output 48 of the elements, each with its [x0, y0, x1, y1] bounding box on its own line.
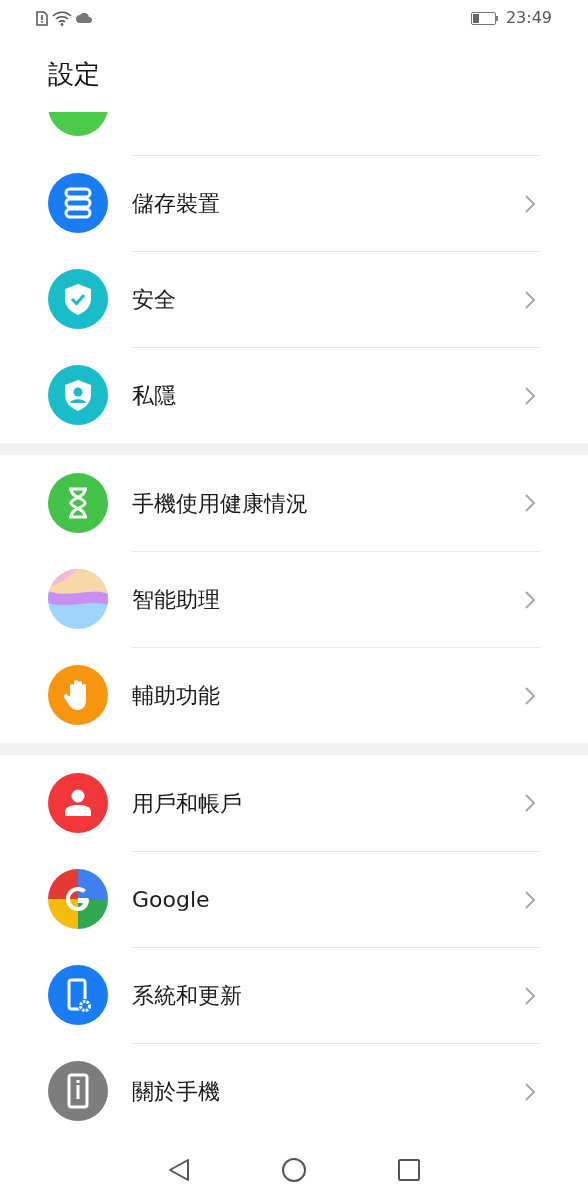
chevron-icon — [524, 985, 536, 1006]
item-label: Google — [132, 886, 211, 914]
sim-alert-icon — [36, 10, 48, 26]
item-label: 關於手機 — [132, 1078, 221, 1106]
item-label: 系統和更新 — [132, 982, 243, 1010]
home-icon[interactable] — [282, 1157, 306, 1182]
item-label: 私隱 — [132, 382, 177, 410]
settings-item[interactable]: 安全 — [0, 251, 588, 347]
item-label: 手機使用健康情況 — [132, 489, 309, 518]
recents-icon[interactable] — [398, 1158, 420, 1181]
storage-icon — [48, 173, 108, 233]
google-icon — [48, 869, 108, 929]
cloud-icon — [76, 13, 92, 23]
settings-item[interactable]: 手機使用健康情況 — [0, 455, 588, 551]
settings-item[interactable]: 輔助功能 — [0, 647, 588, 743]
clock-time: 23:49 — [505, 7, 552, 29]
hourglass-icon — [48, 473, 108, 533]
chevron-icon — [524, 685, 536, 706]
shield-person-icon — [48, 365, 108, 425]
chevron-icon — [524, 493, 536, 513]
person-icon — [48, 773, 108, 833]
assistant-icon — [48, 569, 108, 629]
chevron-icon — [524, 793, 536, 813]
chevron-icon — [524, 1081, 536, 1102]
settings-item[interactable]: Google — [0, 851, 588, 947]
item-label: 儲存裝置 — [132, 190, 221, 218]
chevron-icon — [524, 889, 536, 910]
chevron-icon — [524, 589, 536, 610]
item-label: 用戶和帳戶 — [132, 789, 243, 818]
settings-item[interactable]: 關於手機 — [0, 1043, 588, 1139]
phone-info-icon — [48, 1061, 108, 1121]
settings-item[interactable]: 儲存裝置 — [0, 155, 588, 251]
page-title: 設定 — [48, 57, 100, 91]
hand-icon — [48, 665, 108, 725]
item-label: 輔助功能 — [132, 682, 221, 710]
settings-item[interactable]: 私隱 — [0, 347, 588, 443]
back-icon[interactable] — [168, 1157, 190, 1182]
item-label: 智能助理 — [132, 586, 221, 614]
settings-item[interactable]: 智能助理 — [0, 551, 588, 647]
settings-item[interactable]: 系統和更新 — [0, 947, 588, 1043]
item-label: 安全 — [132, 286, 177, 314]
settings-item[interactable]: 用戶和帳戶 — [0, 755, 588, 851]
wifi-icon — [52, 10, 72, 26]
chevron-icon — [524, 289, 536, 310]
phone-gear-icon — [48, 965, 108, 1025]
chevron-icon — [524, 193, 536, 214]
shield-check-icon — [48, 269, 108, 329]
chevron-icon — [524, 385, 536, 406]
